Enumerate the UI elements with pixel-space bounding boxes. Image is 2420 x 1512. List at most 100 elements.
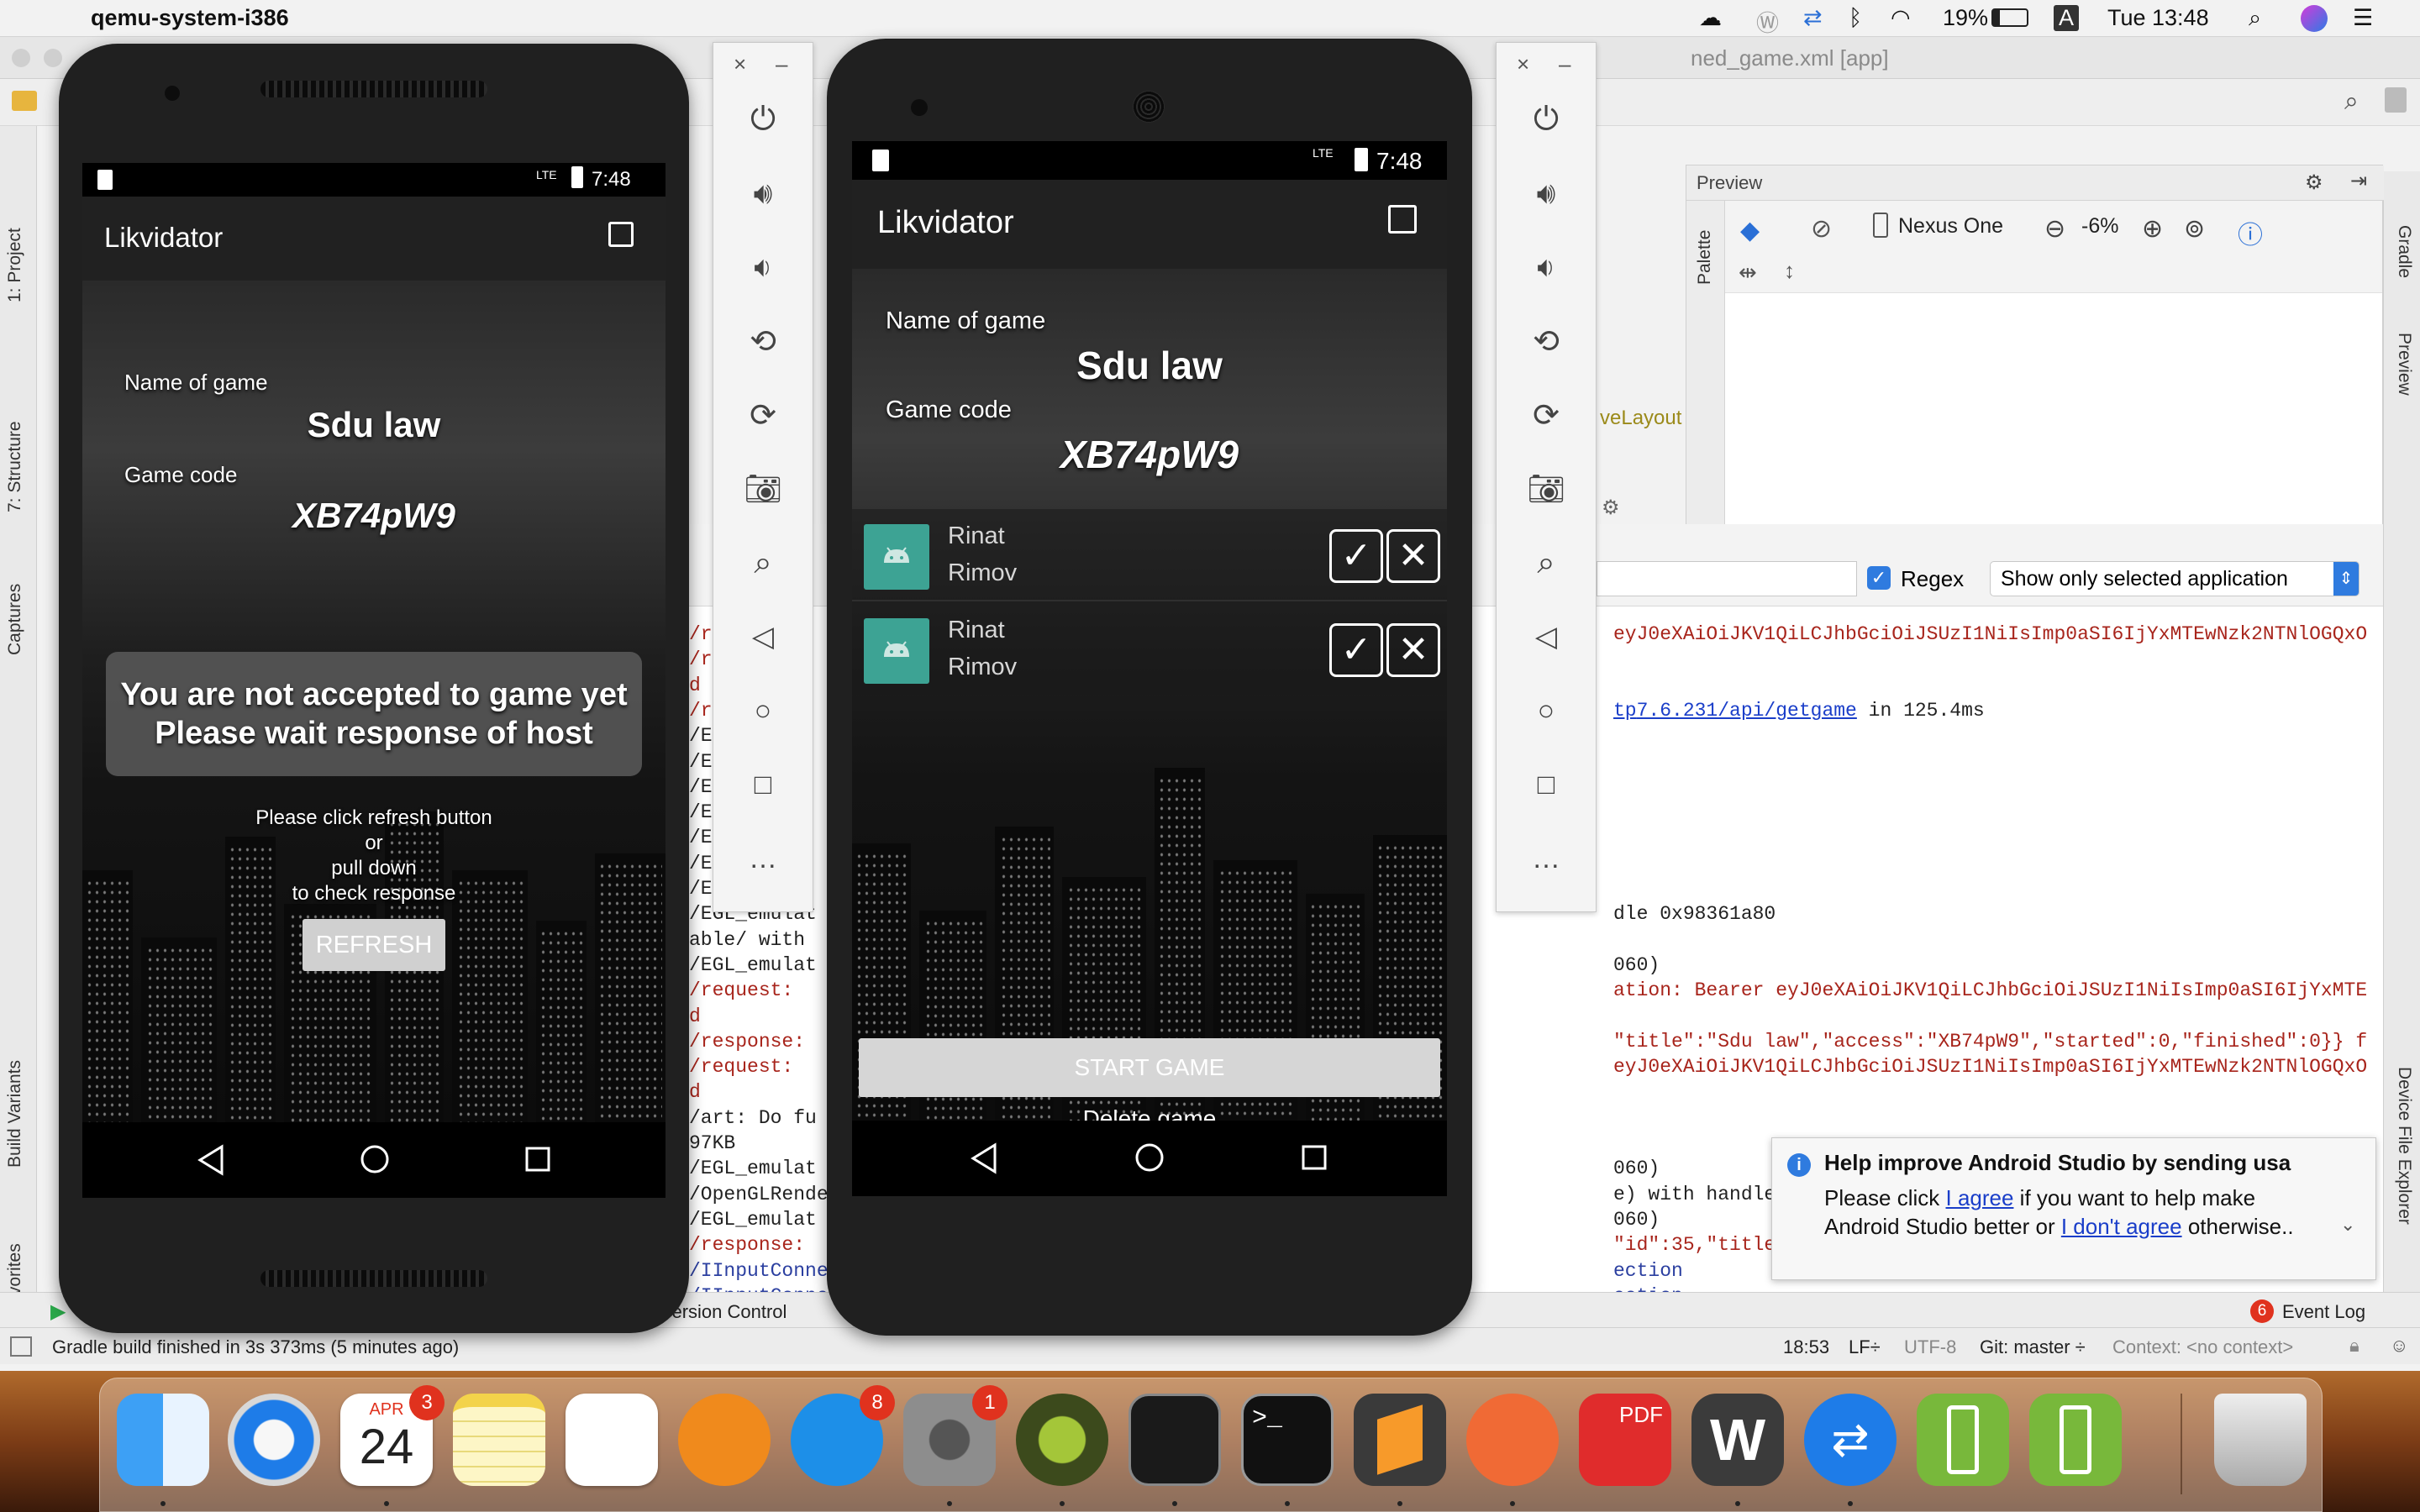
regex-checkbox[interactable]: ✓ [1867, 566, 1891, 590]
preview-settings-icon[interactable]: ⚙ [2305, 171, 2323, 195]
siri-icon[interactable] [2301, 5, 2328, 32]
git-branch[interactable]: Git: master ÷ [1980, 1336, 2086, 1358]
log-filter-select[interactable]: Show only selected application ⇕ [1990, 561, 2360, 596]
overview-icon[interactable]: □ [737, 759, 789, 811]
log-url-link[interactable]: 7.6.231/api/getgame [1637, 700, 1857, 722]
power-icon[interactable]: ⏻ [737, 93, 789, 145]
run-icon[interactable]: ▶ [50, 1299, 66, 1324]
trash-icon[interactable] [2214, 1394, 2307, 1486]
zoom-in-icon[interactable]: ⊕ [2142, 214, 2163, 244]
window-close-button[interactable] [12, 49, 30, 67]
battery-percent[interactable]: 19% [1943, 5, 1988, 31]
more-icon[interactable]: … [1520, 832, 1572, 885]
agree-link[interactable]: I agree [1946, 1185, 2014, 1210]
logcat-settings-icon[interactable]: ⚙ [1602, 496, 1620, 520]
minimize-icon[interactable]: – [1559, 51, 1570, 77]
pan-vertical-icon[interactable]: ↕ [1784, 258, 1795, 284]
emulator-window-icon-2[interactable] [2029, 1394, 2122, 1486]
home-icon[interactable]: ○ [737, 685, 789, 737]
wunderlist-icon[interactable]: Ⓦ [1756, 5, 1779, 38]
emulator-window-icon[interactable] [1917, 1394, 2009, 1486]
rotate-right-icon[interactable]: ⟳ [1520, 389, 1572, 441]
device-selector[interactable]: Nexus One [1898, 214, 2003, 239]
more-icon[interactable]: … [737, 832, 789, 885]
ibooks-icon[interactable] [678, 1394, 771, 1486]
close-icon[interactable]: × [1517, 51, 1529, 77]
tool-tab-captures[interactable]: Captures [5, 584, 25, 655]
screenshot-icon[interactable]: 📷︎ [737, 463, 789, 515]
wifi-icon[interactable]: ◠ [1891, 5, 1911, 31]
teamviewer-icon[interactable]: ⇄ [1804, 1394, 1897, 1486]
project-structure-icon[interactable] [2385, 87, 2407, 113]
active-app-name[interactable]: qemu-system-i386 [91, 5, 289, 31]
tool-tab-device-file-explorer[interactable]: Device File Explorer [2394, 1067, 2414, 1225]
rotate-left-icon[interactable]: ⟲ [737, 315, 789, 367]
back-icon[interactable] [197, 1144, 225, 1176]
reject-player-button[interactable]: ✕ [1386, 623, 1440, 677]
close-icon[interactable]: × [734, 51, 746, 77]
volume-down-icon[interactable]: 🔉︎ [1520, 241, 1572, 293]
rotate-left-icon[interactable]: ⟲ [1520, 315, 1572, 367]
tool-tab-structure[interactable]: 7: Structure [5, 421, 25, 512]
tool-tab-event-log[interactable]: Event Log [2282, 1301, 2365, 1323]
line-separator[interactable]: LF÷ [1849, 1336, 1881, 1358]
notification-center-icon[interactable]: ☰ [2353, 5, 2373, 31]
tool-tab-build-variants[interactable]: Build Variants [5, 1060, 25, 1168]
tool-tab-gradle[interactable]: Gradle [2394, 225, 2414, 278]
safari-icon[interactable] [228, 1394, 320, 1486]
home-icon[interactable] [360, 1144, 390, 1174]
postman-icon[interactable] [1466, 1394, 1559, 1486]
accept-player-button[interactable]: ✓ [1329, 623, 1383, 677]
inspector-icon[interactable]: ☺ [2390, 1335, 2408, 1357]
pan-horizontal-icon[interactable]: ⇹ [1739, 260, 1757, 286]
logout-icon[interactable] [608, 222, 634, 247]
volume-up-icon[interactable]: 🔊︎ [1520, 167, 1572, 219]
start-game-button[interactable]: START GAME [859, 1038, 1440, 1097]
file-encoding[interactable]: UTF-8 [1904, 1336, 1956, 1358]
screenshot-icon[interactable]: 📷︎ [1520, 463, 1572, 515]
search-everywhere-icon[interactable]: ⌕ [2344, 87, 2359, 116]
reminders-icon[interactable] [566, 1394, 658, 1486]
notes-icon[interactable] [453, 1394, 545, 1486]
home-icon[interactable] [1134, 1142, 1165, 1173]
usage-stats-notification[interactable]: i Help improve Android Studio by sending… [1771, 1137, 2376, 1280]
back-icon[interactable]: ◁ [1520, 611, 1572, 663]
logout-icon[interactable] [1388, 205, 1417, 234]
home-icon[interactable]: ○ [1520, 685, 1572, 737]
log-search-input[interactable] [1597, 561, 1857, 596]
pdf-expert-icon[interactable]: PDF [1579, 1394, 1671, 1486]
back-icon[interactable]: ◁ [737, 611, 789, 663]
back-icon[interactable] [970, 1142, 998, 1174]
clock[interactable]: Tue 13:48 [2107, 5, 2209, 31]
caret-position[interactable]: 18:53 [1783, 1336, 1829, 1358]
palette-tab[interactable]: Palette [1695, 230, 1715, 285]
window-minimize-button[interactable] [44, 49, 62, 67]
rotate-right-icon[interactable]: ⟳ [737, 389, 789, 441]
zoom-icon[interactable]: ⌕ [1520, 537, 1572, 589]
zoom-fit-icon[interactable]: ⊚ [2184, 214, 2205, 244]
bluetooth-icon[interactable]: ᛒ [1849, 5, 1862, 31]
creative-cloud-icon[interactable]: ☁ [1699, 5, 1722, 31]
refresh-button[interactable]: REFRESH [302, 919, 445, 971]
tool-tab-project[interactable]: 1: Project [5, 228, 25, 302]
spotlight-search-icon[interactable]: ⌕ [2249, 5, 2261, 32]
preview-hide-icon[interactable]: ⇥ [2350, 169, 2367, 193]
disagree-link[interactable]: I don't agree [2061, 1214, 2182, 1239]
design-surface-icon[interactable]: ◆ [1740, 216, 1760, 245]
overview-icon[interactable]: □ [1520, 759, 1572, 811]
chevron-down-icon[interactable]: ⌄ [2340, 1214, 2355, 1236]
input-source-badge[interactable]: A [2054, 5, 2080, 31]
accept-player-button[interactable]: ✓ [1329, 529, 1383, 583]
terminal-icon[interactable]: >_ [1241, 1394, 1334, 1486]
webstorm-icon[interactable]: W [1691, 1394, 1784, 1486]
tool-windows-toggle-icon[interactable] [10, 1336, 32, 1357]
finder-icon[interactable] [117, 1394, 209, 1486]
volume-up-icon[interactable]: 🔊︎ [737, 167, 789, 219]
zoom-icon[interactable]: ⌕ [737, 537, 789, 589]
minimize-icon[interactable]: – [776, 51, 787, 77]
info-icon[interactable]: ⓘ [2238, 214, 2263, 251]
power-icon[interactable]: ⏻ [1520, 93, 1572, 145]
orientation-icon[interactable]: ⊘ [1811, 214, 1832, 244]
recents-icon[interactable] [524, 1146, 551, 1173]
volume-down-icon[interactable]: 🔉︎ [737, 241, 789, 293]
